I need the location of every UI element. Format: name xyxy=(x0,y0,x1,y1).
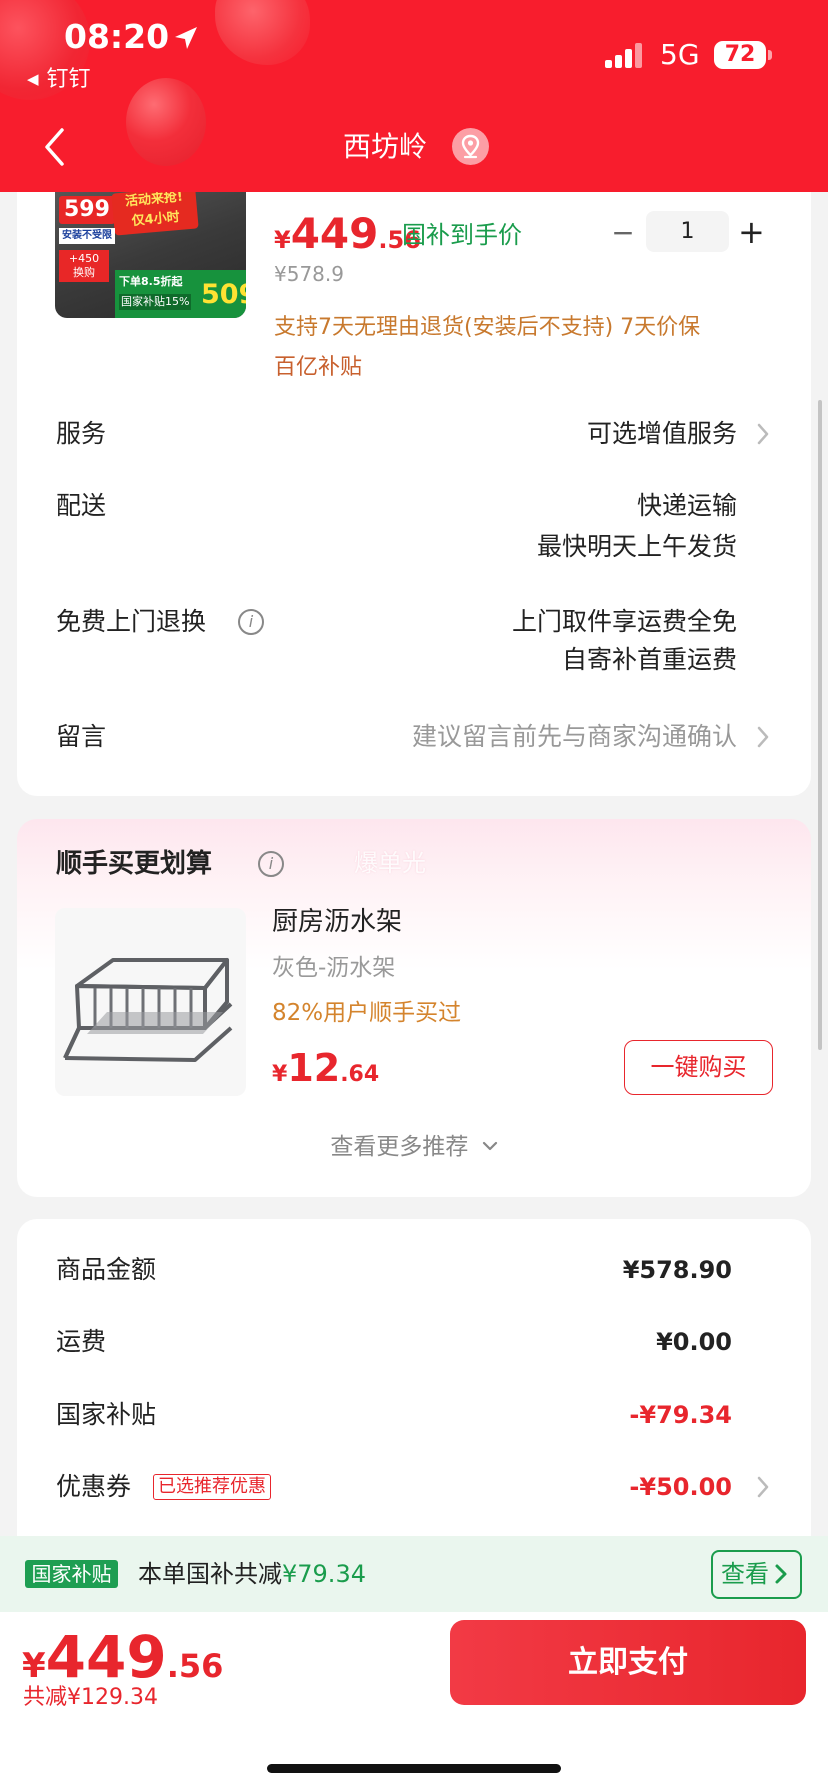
price-currency: ¥ xyxy=(274,226,291,254)
home-indicator[interactable] xyxy=(267,1764,561,1773)
free-return-note: 自寄补首重运费 xyxy=(561,645,737,674)
more-recommendations-label: 查看更多推荐 xyxy=(330,1134,469,1160)
return-policy: 支持7天无理由退货(安装后不支持) 7天价保 xyxy=(274,315,701,340)
goods-amount-label: 商品金额 xyxy=(56,1255,157,1284)
price-currency: ¥ xyxy=(272,1062,288,1087)
total-integer: 449 xyxy=(45,1623,167,1691)
thumb-badge-price: 599 xyxy=(59,196,115,224)
network-type: 5G xyxy=(660,38,700,71)
coupon-value[interactable]: -¥50.00 xyxy=(629,1470,732,1504)
signal-icon xyxy=(605,42,645,68)
recommend-title: 顺手买更划算 xyxy=(56,849,213,879)
free-return-value: 上门取件享运费全免 xyxy=(511,607,737,636)
thumb-subsidy: 国家补贴15% xyxy=(119,294,192,310)
status-time: 08:20 xyxy=(64,17,170,56)
recommend-item-price: ¥12.64 xyxy=(272,1046,379,1098)
subsidy-label: 国家补贴 xyxy=(56,1400,157,1429)
total-decimal: .56 xyxy=(166,1647,224,1685)
location-arrow-icon xyxy=(175,27,197,49)
chevron-right-icon[interactable] xyxy=(756,1475,770,1499)
subsidy-summary: 本单国补共减¥79.34 xyxy=(138,1557,366,1591)
chevron-right-icon[interactable] xyxy=(756,725,770,749)
chevron-right-icon[interactable] xyxy=(756,422,770,446)
price-tag: 国补到手价 xyxy=(402,221,522,249)
thumb-final-price: 509 xyxy=(201,279,246,310)
price-integer: 12 xyxy=(287,1046,341,1090)
subsidy-summary-text: 本单国补共减 xyxy=(138,1560,282,1588)
scrollbar[interactable] xyxy=(818,400,822,1050)
thumb-discount: 下单8.5折起 xyxy=(119,275,183,288)
free-return-label: 免费上门退换 xyxy=(56,607,207,636)
price-decimal: .64 xyxy=(340,1062,380,1087)
delivery-method: 快递运输 xyxy=(636,491,737,520)
shipping-value: ¥0.00 xyxy=(656,1328,732,1356)
one-click-buy-button[interactable]: 一键购买 xyxy=(624,1040,773,1095)
total-savings: 共减¥129.34 xyxy=(23,1685,158,1710)
battery-icon: 72 xyxy=(714,41,766,69)
thumb-trade-amount: +450 xyxy=(68,252,100,265)
thumb-promo-badge: 活动来抢! 仅4小时 xyxy=(111,186,199,236)
service-value[interactable]: 可选增值服务 xyxy=(587,417,737,451)
service-label: 服务 xyxy=(56,419,107,448)
view-subsidy-button[interactable]: 查看 xyxy=(711,1550,802,1599)
product-thumbnail[interactable]: 599 活动来抢! 仅4小时 安装不受限 +450 换购 下单8.5折起 国家补… xyxy=(55,170,246,318)
quantity-input[interactable]: 1 xyxy=(646,211,729,252)
back-app-name: 钉钉 xyxy=(46,67,91,92)
chevron-right-icon[interactable] xyxy=(774,1563,788,1585)
recommend-item-name[interactable]: 厨房沥水架 xyxy=(272,904,402,940)
original-price: ¥578.9 xyxy=(274,262,344,286)
subsidy-tag: 百亿补贴 xyxy=(274,355,363,380)
pay-now-button[interactable]: 立即支付 xyxy=(450,1620,806,1705)
watermark-text: 爆单光 xyxy=(354,849,426,877)
subsidy-summary-amount: ¥79.34 xyxy=(282,1560,366,1588)
more-recommendations-link[interactable]: 查看更多推荐 xyxy=(17,1131,811,1163)
thumb-trade-label: 换购 xyxy=(73,266,95,279)
quantity-increase-button[interactable]: + xyxy=(738,212,765,252)
subsidy-banner xyxy=(0,1536,828,1612)
back-triangle-icon: ◀ xyxy=(27,70,39,88)
subsidy-badge: 国家补贴 xyxy=(25,1560,118,1588)
delivery-label: 配送 xyxy=(56,491,107,520)
message-input[interactable]: 建议留言前先与商家沟通确认 xyxy=(412,720,737,754)
coupon-label: 优惠券 xyxy=(56,1472,132,1501)
product-price: ¥449.56 xyxy=(274,210,421,267)
coupon-tag: 已选推荐优惠 xyxy=(153,1474,271,1500)
info-icon[interactable]: i xyxy=(258,851,284,877)
chevron-down-icon xyxy=(482,1141,497,1151)
battery-nub xyxy=(768,50,772,60)
page-title: 西坊岭 xyxy=(342,130,427,163)
delivery-note: 最快明天上午发货 xyxy=(536,532,737,561)
shipping-label: 运费 xyxy=(56,1327,107,1356)
balloon-decoration xyxy=(215,0,310,65)
quantity-decrease-button[interactable]: − xyxy=(610,214,636,252)
recommend-item-spec: 灰色-沥水架 xyxy=(272,955,396,981)
thumb-install-label: 安装不受限 xyxy=(59,228,115,244)
total-currency: ¥ xyxy=(22,1646,46,1686)
message-label: 留言 xyxy=(56,722,107,751)
subsidy-value: -¥79.34 xyxy=(629,1401,732,1429)
goods-amount-value: ¥578.90 xyxy=(622,1256,732,1284)
price-integer: 449 xyxy=(290,209,379,258)
dish-rack-image[interactable] xyxy=(55,908,246,1096)
back-to-app-link[interactable]: ◀ 钉钉 xyxy=(27,64,91,95)
thumb-trade-badge: +450 换购 xyxy=(59,250,109,282)
recommend-item-social-proof: 82%用户顺手买过 xyxy=(272,1000,462,1026)
top-bar: 08:20 ◀ 钉钉 5G 72 西坊岭 xyxy=(0,0,828,192)
location-pin-icon[interactable] xyxy=(452,128,489,165)
info-icon[interactable]: i xyxy=(238,609,264,635)
